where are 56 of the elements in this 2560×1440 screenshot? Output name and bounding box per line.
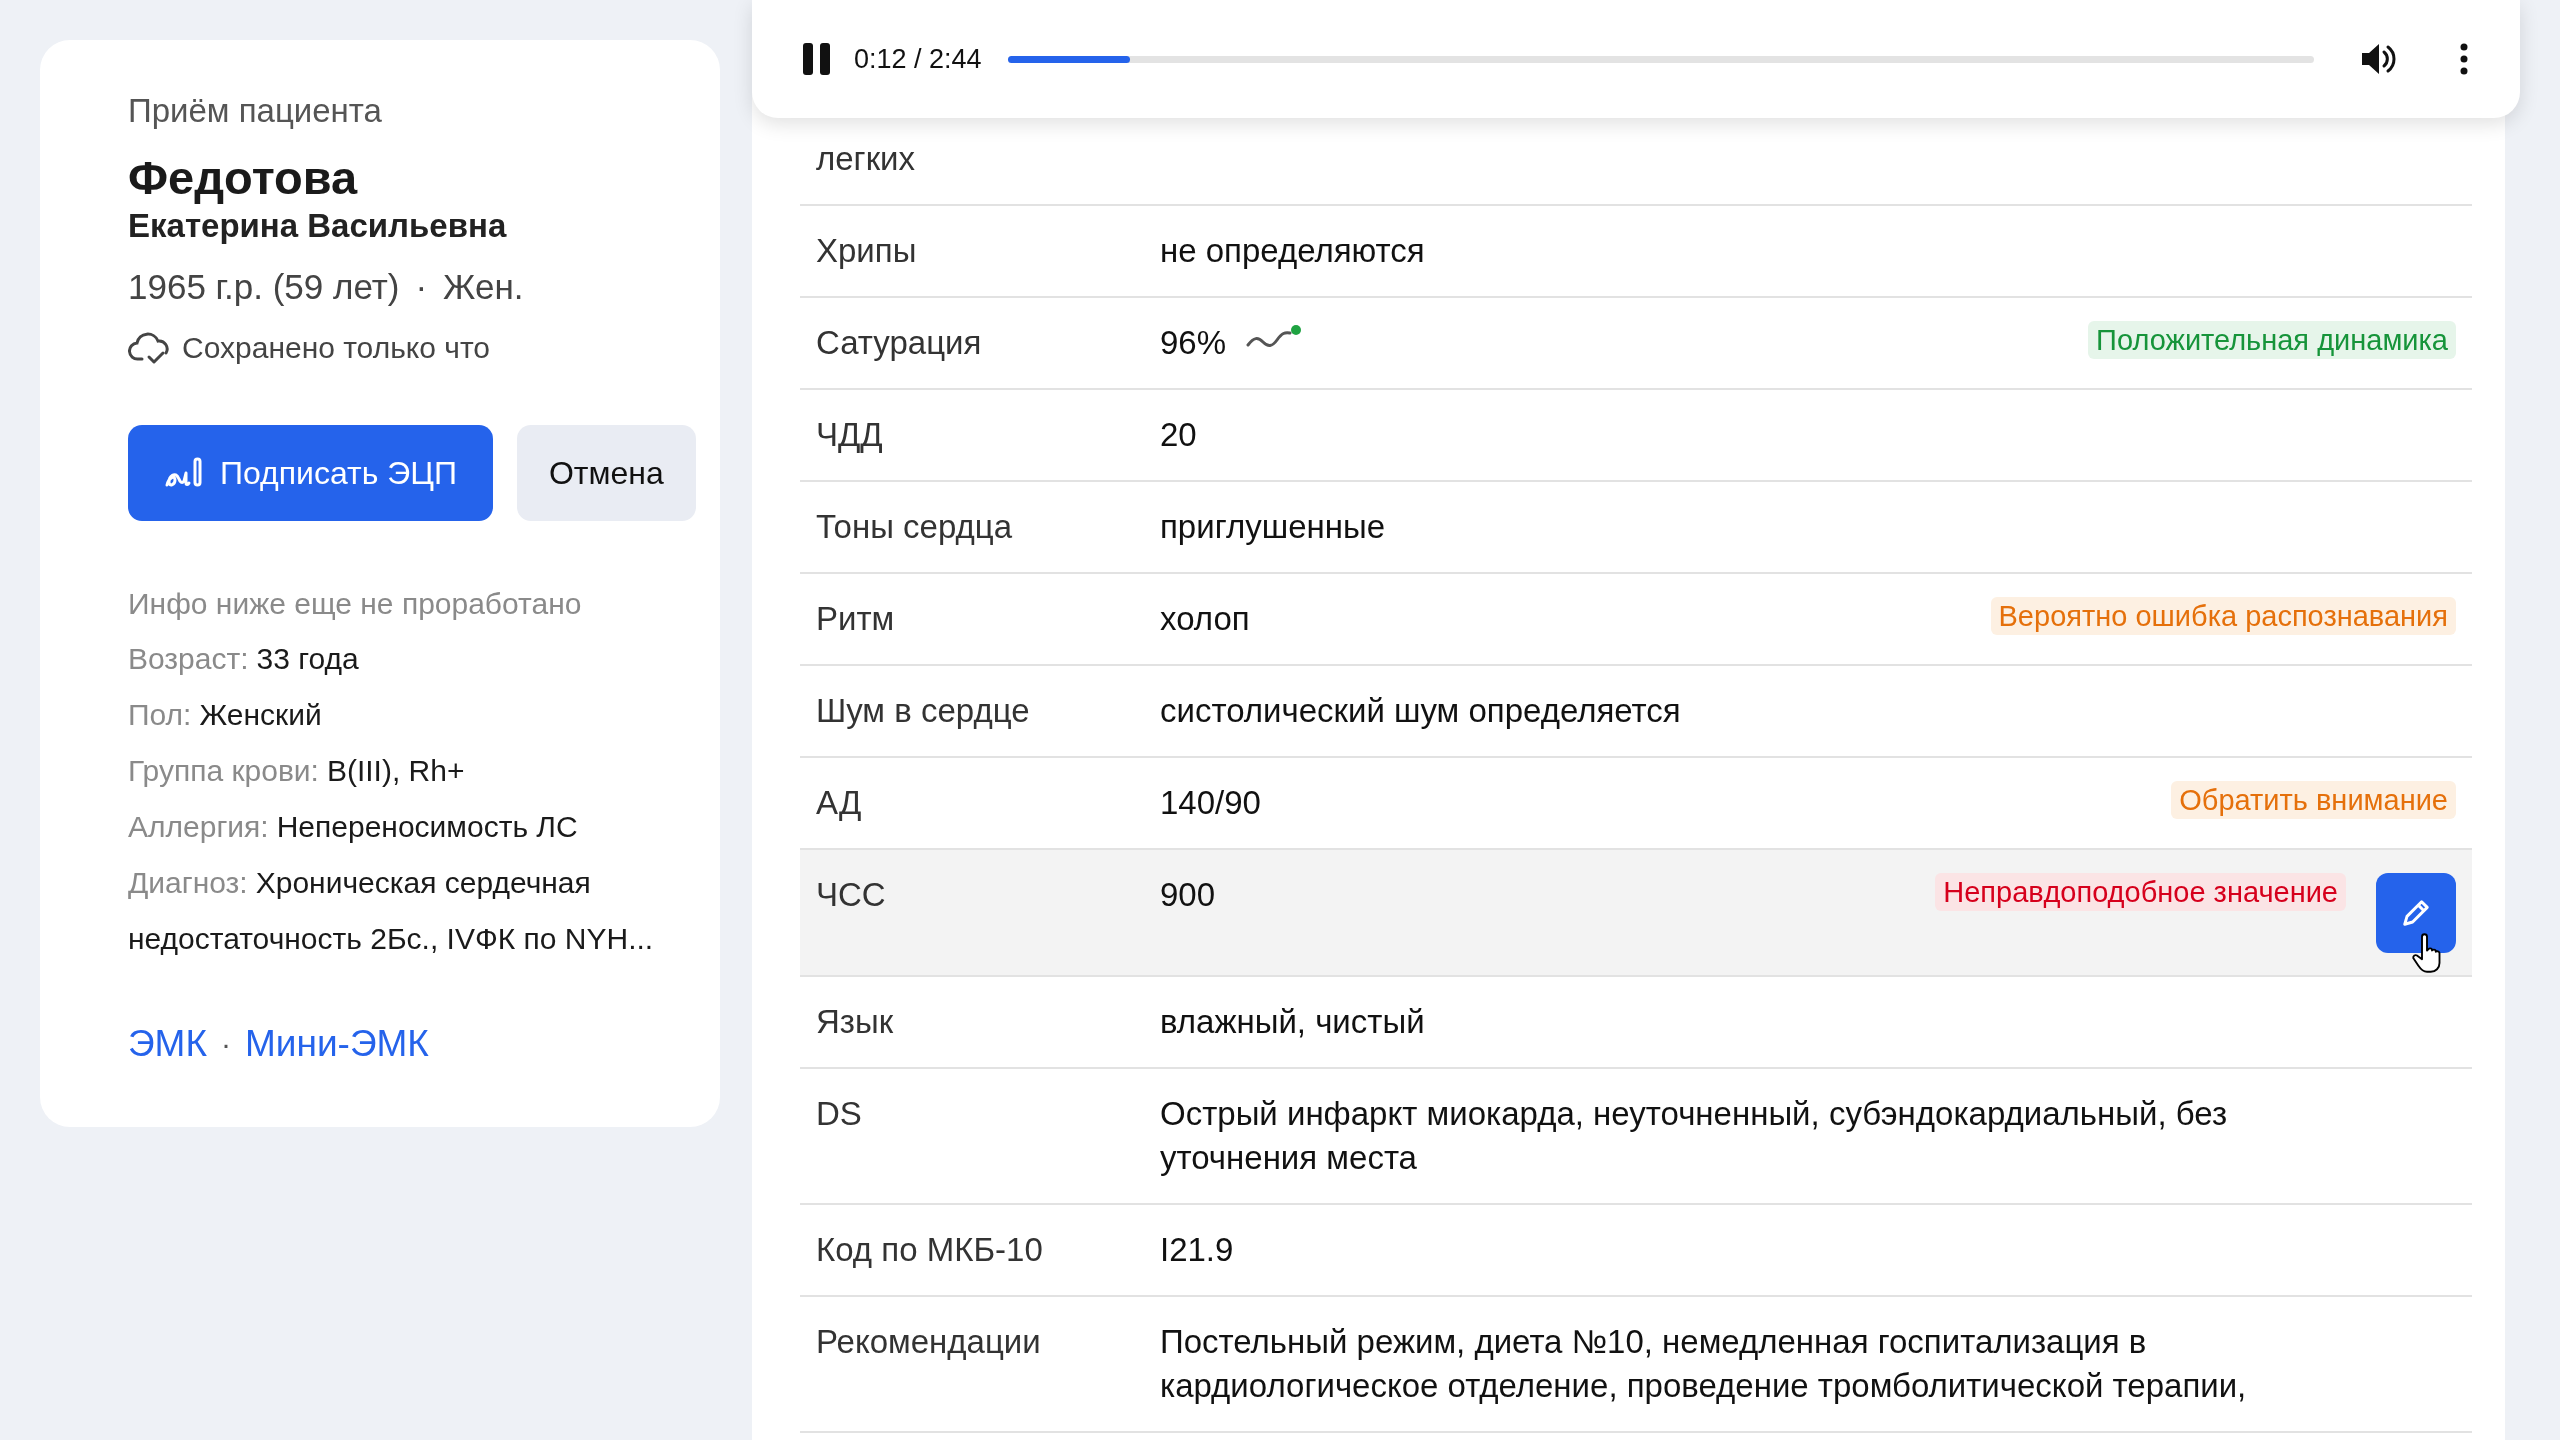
field-label: легких: [816, 139, 917, 179]
field-value: приглушенные: [1160, 507, 1386, 547]
field-value: холоп: [1160, 599, 1250, 639]
progress-track[interactable]: [1007, 55, 2314, 63]
field-value: 96%: [1160, 323, 1227, 363]
playback-time: 0:12 / 2:44: [854, 43, 982, 75]
field-label: Язык: [816, 1002, 895, 1042]
more-icon[interactable]: [2460, 43, 2468, 75]
save-status: Сохранено только что: [182, 331, 490, 365]
field-label: Ритм: [816, 599, 896, 639]
field-label: Рекомендации: [816, 1322, 1042, 1362]
edit-button[interactable]: [2376, 873, 2456, 953]
field-value: 20: [1160, 415, 1197, 455]
field-label: Шум в сердце: [816, 691, 1031, 731]
field-label: АД: [816, 783, 863, 823]
field-label: Хрипы: [816, 231, 918, 271]
card-heading: Приём пациента: [128, 92, 383, 130]
gender: Жен.: [443, 267, 524, 307]
status-tag: Неправдоподобное значение: [1935, 873, 2346, 911]
separator-dot: ·: [415, 267, 428, 307]
field-label: ЧСС: [816, 875, 887, 915]
info-line: Группа крови: B(III), Rh+: [128, 753, 466, 789]
field-value: Острый инфаркт миокарда, неуточненный, субэндокардиальный, без уточнения места: [1160, 1094, 2229, 1178]
field-label: Сатурация: [816, 323, 983, 363]
status-tag: Обратить внимание: [2171, 781, 2456, 819]
field-value: Постельный режим, диета №10, немедленная госпитализация в кардиологическое отделение, проведение тромболитической терапии,: [1160, 1322, 2248, 1406]
field-label: ЧДД: [816, 415, 884, 455]
birth-info: 1965 г.р. (59 лет): [128, 267, 400, 307]
separator-dot: ·: [220, 1027, 231, 1061]
info-line: Пол: Женский: [128, 697, 323, 733]
field-value: 140/90: [1160, 783, 1261, 823]
field-value: не определяются: [1160, 231, 1425, 271]
record-link[interactable]: Мини-ЭМК: [244, 1023, 429, 1065]
record-link[interactable]: ЭМК: [128, 1023, 207, 1065]
info-note: Инфо ниже еще не проработано: [128, 587, 583, 621]
field-value: систолический шум определяется: [1160, 691, 1681, 731]
field-value: I21.9: [1160, 1230, 1234, 1270]
patient-given-names: Екатерина Васильевна: [128, 207, 508, 245]
field-label: Код по МКБ-10: [816, 1230, 1044, 1270]
sign-button[interactable]: Подписать ЭЦП: [128, 425, 493, 521]
patient-surname: Федотова: [128, 150, 359, 205]
cloud-check-icon: [128, 331, 172, 365]
volume-icon[interactable]: [2360, 42, 2396, 76]
status-tag: Вероятно ошибка распознавания: [1990, 597, 2456, 635]
info-line: Возраст: 33 года: [128, 641, 360, 677]
field-label: Тоны сердца: [816, 507, 1013, 547]
field-value: 900: [1160, 875, 1216, 915]
cancel-button[interactable]: Отмена: [516, 425, 696, 521]
pause-icon[interactable]: [802, 42, 832, 76]
field-value: влажный, чистый: [1160, 1002, 1425, 1042]
hand-cursor-icon: [2412, 933, 2442, 973]
info-line: Диагноз: Хроническая сердечная недостаточность 2Бс., IVФК по NYH...: [128, 865, 655, 957]
info-line: Аллергия: Непереносимость ЛС: [128, 809, 579, 845]
selected-row[interactable]: ЧСС 900 Неправдоподобное значение: [800, 850, 2472, 977]
field-label: DS: [816, 1094, 863, 1134]
status-tag: Положительная динамика: [2088, 321, 2456, 359]
